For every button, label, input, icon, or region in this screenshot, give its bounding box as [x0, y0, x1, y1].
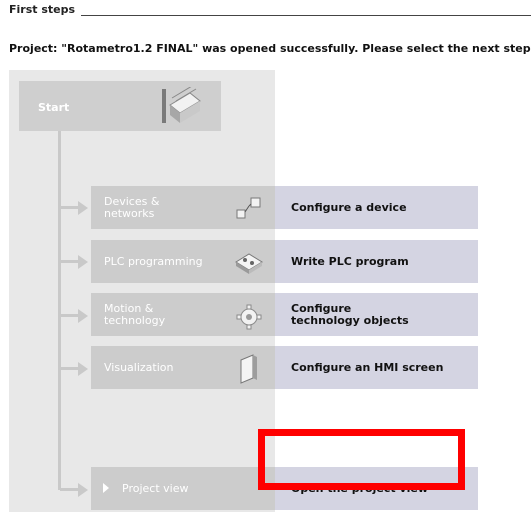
portal-plc-programming[interactable]: PLC programming [91, 240, 275, 283]
portal-item-label: Visualization [104, 360, 174, 374]
portal-visualization[interactable]: Visualization [91, 346, 275, 389]
devices-networks-icon [236, 197, 261, 219]
write-plc-program-link[interactable]: Write PLC program [275, 240, 478, 283]
project-view-label: Project view [122, 481, 189, 495]
plc-programming-icon [235, 253, 263, 274]
flow-connector [60, 260, 80, 263]
start-label: Start [38, 101, 70, 114]
configure-technology-objects-link[interactable]: Configure technology objects [275, 293, 478, 336]
project-view-button[interactable]: Project view [91, 467, 275, 510]
status-message: Project: "Rotametro1.2 FINAL" was opened… [9, 42, 531, 55]
triangle-right-icon [103, 483, 109, 493]
section-title: First steps [9, 3, 82, 16]
configure-device-link[interactable]: Configure a device [275, 186, 478, 229]
action-label: Configure a device [291, 200, 407, 214]
start-button[interactable]: Start [19, 81, 221, 131]
action-label: Configure technology objects [291, 301, 409, 327]
title-divider [9, 15, 531, 16]
flow-connector [60, 206, 80, 209]
flow-arrow [78, 362, 88, 376]
flow-arrow [78, 309, 88, 323]
portal-item-label: PLC programming [104, 254, 203, 268]
portal-item-label: Devices & networks [104, 194, 160, 220]
portal-left-panel [9, 70, 275, 512]
flow-arrow [78, 255, 88, 269]
highlight-box [258, 429, 465, 490]
flow-connector [58, 131, 61, 490]
action-label: Write PLC program [291, 254, 409, 268]
flow-arrow [78, 483, 88, 497]
portal-devices-networks[interactable]: Devices & networks [91, 186, 275, 229]
hmi-screen-icon [240, 354, 257, 384]
flow-arrow [78, 201, 88, 215]
portal-motion-technology[interactable]: Motion & technology [91, 293, 275, 336]
action-label: Configure an HMI screen [291, 360, 444, 374]
start-stairs-icon [162, 87, 201, 123]
flow-connector [60, 488, 80, 491]
configure-hmi-screen-link[interactable]: Configure an HMI screen [275, 346, 478, 389]
flow-connector [60, 314, 80, 317]
gear-icon [236, 304, 262, 330]
flow-connector [60, 367, 80, 370]
portal-item-label: Motion & technology [104, 301, 166, 327]
